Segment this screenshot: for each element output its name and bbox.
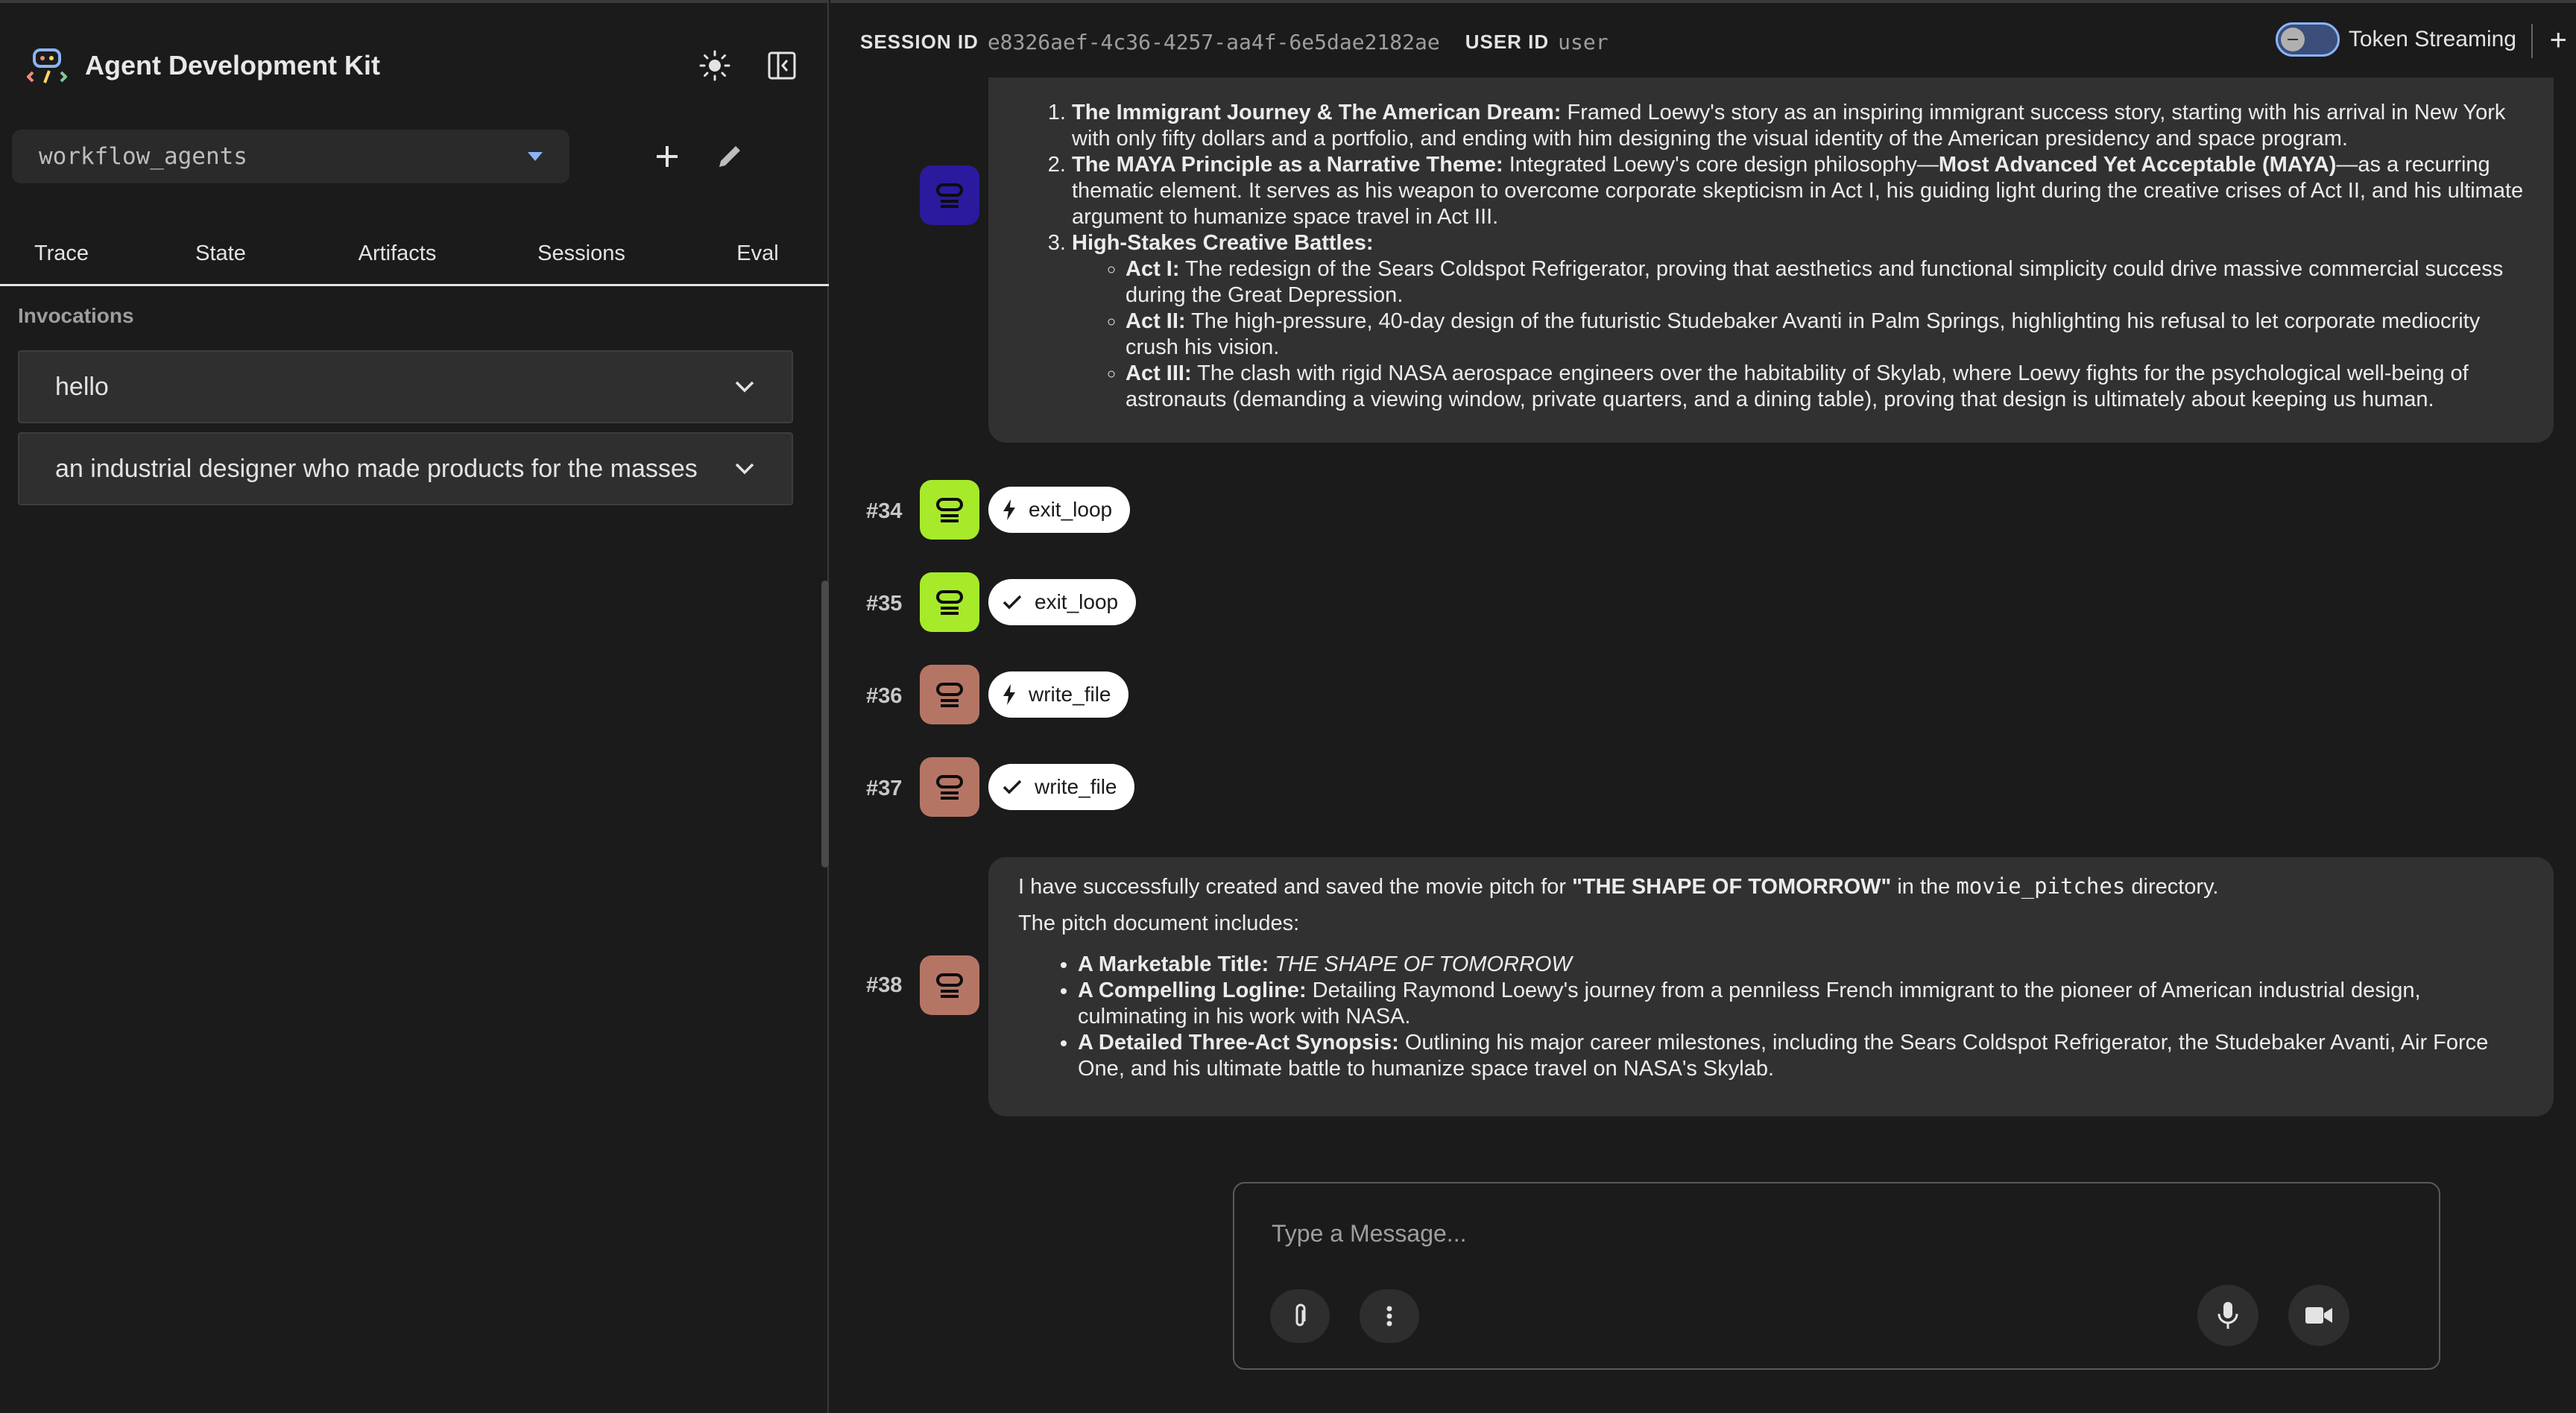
message-composer: [1233, 1182, 2440, 1370]
list-item: A Detailed Three-Act Synopsis: Outlining…: [1078, 1030, 2524, 1082]
chat-area: SESSION ID e8326aef-4c36-4257-aa4f-6e5da…: [830, 0, 2576, 1413]
agent-message: The Immigrant Journey & The American Dre…: [988, 78, 2554, 443]
adk-logo-icon: [27, 48, 67, 83]
list-item: Act I: The redesign of the Sears Coldspo…: [1126, 256, 2524, 309]
bolt-icon: [1003, 499, 1015, 520]
panel-resize-handle[interactable]: [821, 581, 829, 867]
sidebar-tabs: Trace State Artifacts Sessions Eval: [0, 224, 829, 286]
session-header: SESSION ID e8326aef-4c36-4257-aa4f-6e5da…: [860, 22, 2576, 60]
message-includes: The pitch document includes:: [1018, 911, 1300, 935]
agent-avatar: [920, 757, 979, 817]
app-header: Agent Development Kit: [27, 39, 801, 92]
token-streaming-label: Token Streaming: [2348, 27, 2516, 51]
function-response-chip[interactable]: write_file: [988, 764, 1135, 810]
bolt-icon: [1003, 684, 1015, 705]
app-title: Agent Development Kit: [85, 50, 381, 80]
tab-sessions[interactable]: Sessions: [476, 224, 686, 284]
list-item: The Immigrant Journey & The American Dre…: [1072, 100, 2524, 152]
agent-avatar: [920, 665, 979, 724]
function-response-chip[interactable]: exit_loop: [988, 579, 1137, 625]
invocations-heading: Invocations: [18, 304, 134, 327]
sun-icon: [699, 50, 730, 81]
session-id-label: SESSION ID: [860, 30, 979, 53]
token-streaming-toggle[interactable]: [2275, 22, 2340, 57]
tab-eval[interactable]: Eval: [686, 224, 829, 284]
dropdown-arrow-icon: [528, 152, 543, 161]
robot-icon: [936, 683, 963, 707]
check-icon: [1003, 780, 1022, 794]
event-number: #38: [866, 973, 903, 997]
tab-state[interactable]: State: [123, 224, 318, 284]
function-call-chip[interactable]: write_file: [988, 671, 1129, 718]
message-input[interactable]: [1272, 1216, 2315, 1251]
microphone-button[interactable]: [2197, 1285, 2258, 1346]
invocation-item[interactable]: an industrial designer who made products…: [18, 432, 793, 505]
agent-select-value: workflow_agents: [39, 143, 247, 170]
event-number: #34: [866, 499, 903, 523]
list-item: A Marketable Title: THE SHAPE OF TOMORRO…: [1078, 952, 2524, 978]
tab-trace[interactable]: Trace: [0, 224, 123, 284]
panel-collapse-icon: [768, 51, 796, 80]
microphone-icon: [2217, 1302, 2238, 1329]
list-item: Act II: The high-pressure, 40-day design…: [1126, 309, 2524, 361]
session-id-value: e8326aef-4c36-4257-aa4f-6e5dae2182ae: [987, 29, 1440, 54]
pitch-contents-list: A Marketable Title: THE SHAPE OF TOMORRO…: [1018, 952, 2524, 1082]
agent-message: I have successfully created and saved th…: [988, 857, 2554, 1116]
event-number: #36: [866, 684, 903, 708]
header-divider: [2531, 24, 2533, 58]
more-vert-icon: [1386, 1306, 1392, 1327]
new-agent-button[interactable]: [648, 138, 686, 175]
side-panel: Agent Development Kit workflow_agents Tr…: [0, 0, 829, 1413]
paperclip-icon: [1295, 1303, 1306, 1327]
plus-icon: [657, 146, 678, 167]
list-item: Act III: The clash with rigid NASA aeros…: [1126, 361, 2524, 413]
agent-avatar: [920, 955, 979, 1015]
agent-avatar: [920, 165, 979, 225]
videocam-icon: [2305, 1307, 2332, 1324]
tab-artifacts[interactable]: Artifacts: [318, 224, 476, 284]
agent-avatar: [920, 480, 979, 540]
more-options-button[interactable]: [1360, 1289, 1419, 1343]
list-item: The MAYA Principle as a Narrative Theme:…: [1072, 152, 2524, 230]
robot-icon: [936, 590, 963, 615]
invocation-label: an industrial designer who made products…: [55, 454, 698, 483]
robot-icon: [936, 183, 963, 208]
new-session-button[interactable]: +: [2550, 24, 2567, 57]
collapse-panel-button[interactable]: [763, 47, 801, 84]
robot-icon: [936, 973, 963, 998]
check-icon: [1003, 595, 1022, 610]
pitch-highlights-list: The Immigrant Journey & The American Dre…: [1018, 100, 2524, 413]
chevron-down-icon: [735, 381, 754, 393]
message-intro: I have successfully created and saved th…: [1018, 873, 2219, 899]
token-streaming-control: Token Streaming: [2275, 22, 2516, 57]
invocation-item[interactable]: hello: [18, 350, 793, 423]
function-call-chip[interactable]: exit_loop: [988, 487, 1131, 533]
event-number: #35: [866, 592, 903, 616]
theme-toggle-button[interactable]: [696, 47, 733, 84]
chevron-down-icon: [735, 463, 754, 475]
list-item: A Compelling Logline: Detailing Raymond …: [1078, 978, 2524, 1030]
event-number: #37: [866, 777, 903, 800]
robot-icon: [936, 775, 963, 800]
attach-button[interactable]: [1270, 1289, 1330, 1343]
robot-icon: [936, 498, 963, 522]
user-id-value: user: [1558, 29, 1609, 54]
user-id-label: USER ID: [1465, 30, 1550, 53]
agent-avatar: [920, 572, 979, 632]
list-item: High-Stakes Creative Battles: Act I: The…: [1072, 230, 2524, 413]
video-button[interactable]: [2288, 1285, 2349, 1346]
acts-list: Act I: The redesign of the Sears Coldspo…: [1072, 256, 2524, 413]
agent-select[interactable]: workflow_agents: [12, 130, 569, 183]
invocation-label: hello: [55, 372, 109, 401]
pencil-icon: [719, 146, 740, 167]
edit-agent-button[interactable]: [711, 138, 748, 175]
